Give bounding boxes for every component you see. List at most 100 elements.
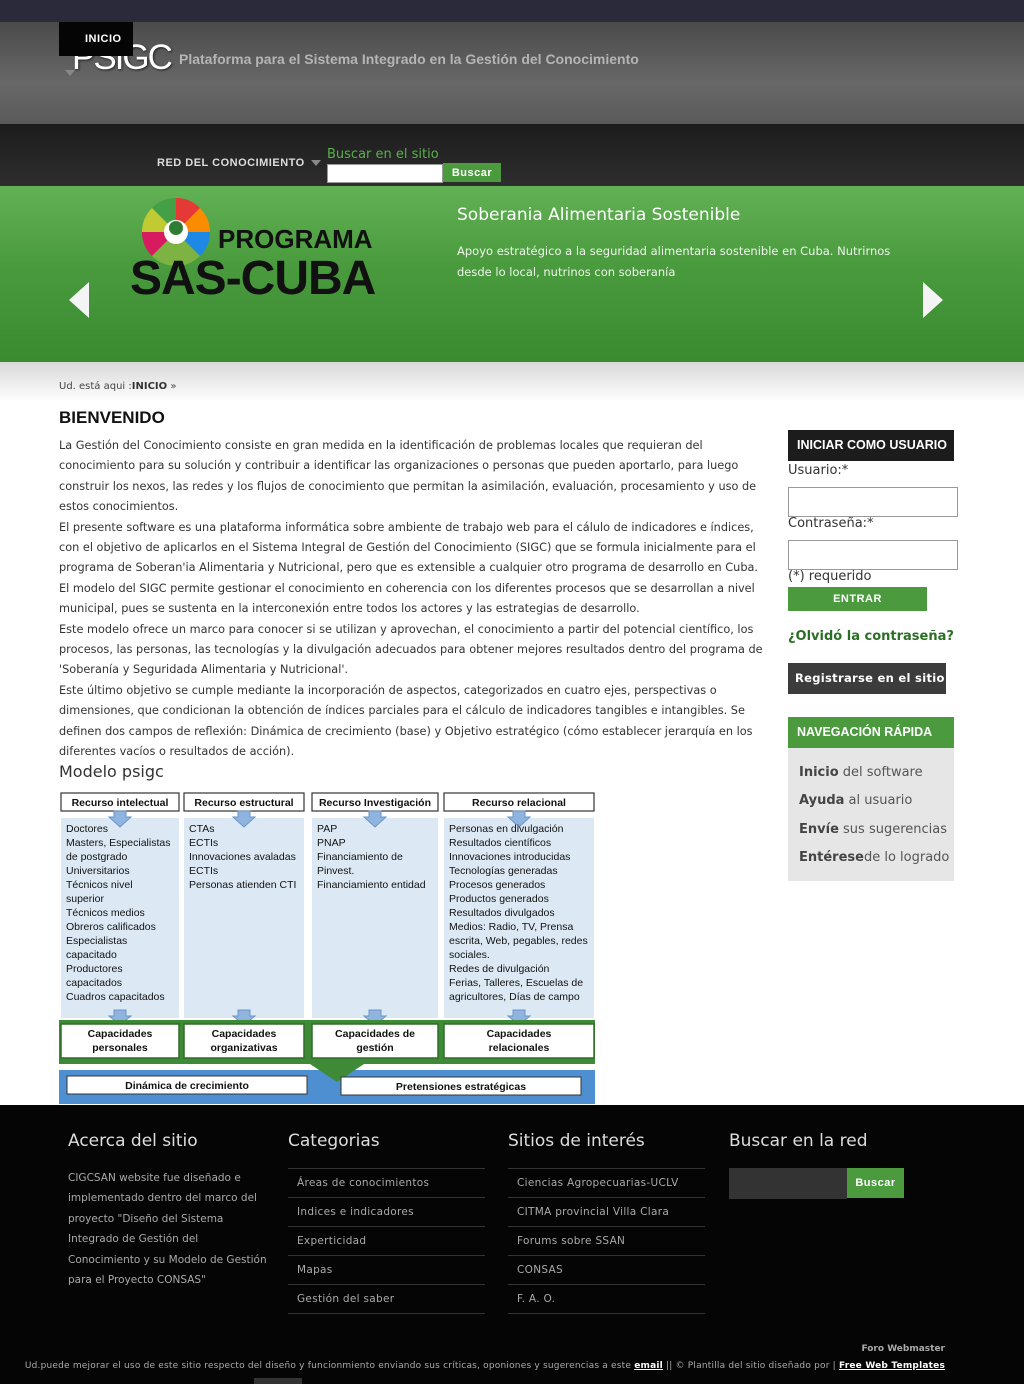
diagram-item: Financiamiento entidad — [317, 879, 426, 891]
footer-email-link[interactable]: email — [634, 1361, 663, 1371]
diagram-item: capacitados — [66, 977, 122, 989]
search-button[interactable]: Buscar — [443, 163, 501, 182]
forgot-password-link[interactable]: ¿Olvidó la contraseña? — [788, 629, 954, 644]
footer-sites-title: Sitios de interés — [508, 1131, 645, 1151]
diagram-bottom-left-label: Dinámica de crecimiento — [125, 1080, 249, 1092]
diagram-capability-label: relacionales — [489, 1042, 550, 1054]
footer-tab — [254, 1378, 302, 1384]
username-field[interactable] — [788, 487, 958, 517]
diagram-item: Técnicos nivel — [66, 879, 133, 891]
diagram-column-header: Recurso estructural — [194, 797, 293, 809]
diagram-item: de postgrado — [66, 851, 127, 863]
nav-item-label: INICIO — [85, 33, 122, 45]
diagram-item: Especialistas — [66, 935, 127, 947]
diagram-capability-label: Capacidades de — [335, 1028, 415, 1040]
model-diagram: Recurso intelectual Doctores Masters, Espe… — [59, 792, 595, 1104]
diagram-item: ECTIs — [189, 837, 218, 849]
footer-webmaster-link[interactable]: Foro Webmaster — [861, 1344, 945, 1354]
password-field[interactable] — [788, 540, 958, 570]
footer-category-link[interactable]: Gestión del saber — [288, 1284, 485, 1314]
register-button[interactable]: Registrarse en el sitio — [788, 663, 946, 694]
diagram-capability-label: Capacidades — [88, 1028, 153, 1040]
diagram-item: Procesos generados — [449, 879, 545, 891]
diagram-item: PAP — [317, 823, 337, 835]
paragraph: Este último objetivo se cumple mediante … — [59, 683, 753, 759]
diagram-item: Financiamiento de — [317, 851, 403, 863]
diagram-item: Medios: Radio, TV, Prensa — [449, 921, 573, 933]
breadcrumb-current[interactable]: INICIO — [132, 381, 167, 392]
diagram-capability-label: Capacidades — [212, 1028, 277, 1040]
quicknav-title: NAVEGACIÓN RÁPIDA — [788, 717, 954, 748]
diagram-item: Tecnologías generadas — [449, 865, 558, 877]
login-panel-title: INICIAR COMO USUARIO — [788, 430, 954, 461]
quicknav-link-ayuda[interactable]: Ayuda al usuario — [799, 793, 912, 808]
diagram-item: Resultados divulgados — [449, 907, 555, 919]
diagram-item: Personas en divulgación — [449, 823, 564, 835]
diagram-capability-label: organizativas — [210, 1042, 277, 1054]
footer-categories-list: Áreas de conocimientos Indices e indicad… — [288, 1168, 485, 1314]
intro-text: La Gestión del Conocimiento consiste en … — [59, 436, 774, 763]
footer-about-text: CIGCSAN website fue diseñado e implement… — [68, 1172, 267, 1287]
footer-site-link[interactable]: CITMA provincial Villa Clara — [508, 1197, 705, 1226]
diagram-item: escrita, Web, pegables, redes — [449, 935, 588, 947]
footer-site-link[interactable]: Forums sobre SSAN — [508, 1226, 705, 1255]
diagram-item: sociales. — [449, 949, 490, 961]
diagram-item: Innovaciones avaladas — [189, 851, 296, 863]
footer-templates-link[interactable]: Free Web Templates — [839, 1361, 945, 1371]
logo-line2: SAS-CUBA — [130, 252, 376, 301]
paragraph: Este modelo ofrece un marco para conocer… — [59, 622, 763, 677]
diagram-item: Técnicos medios — [66, 907, 145, 919]
breadcrumb-prefix: Ud. está aqui : — [59, 381, 132, 392]
quicknav-link-envie[interactable]: Envíe sus sugerencias — [799, 822, 947, 837]
quicknav-link-inicio[interactable]: Inicio del software — [799, 765, 923, 780]
nav-item-inicio[interactable]: INICIO — [59, 22, 133, 77]
login-button[interactable]: ENTRAR — [788, 587, 927, 611]
paragraph: El presente software es una plataforma i… — [59, 520, 759, 575]
diagram-capability-label: Capacidades — [487, 1028, 552, 1040]
paragraph: La Gestión del Conocimiento consiste en … — [59, 439, 757, 514]
footer-category-link[interactable]: Áreas de conocimientos — [288, 1168, 485, 1197]
search-label: Buscar en el sitio — [327, 147, 439, 162]
slider-prev-icon[interactable] — [69, 282, 89, 318]
footer-category-link[interactable]: Experticidad — [288, 1226, 485, 1255]
footer-categories-title: Categorias — [288, 1131, 380, 1151]
diagram-item: Doctores — [66, 823, 108, 835]
diagram-item: Obreros calificados — [66, 921, 156, 933]
diagram-item: Innovaciones introducidas — [449, 851, 570, 863]
diagram-item: Productos generados — [449, 893, 549, 905]
footer-site-link[interactable]: F. A. O. — [508, 1284, 705, 1314]
paragraph: El modelo del SIGC permite gestionar el … — [59, 581, 755, 616]
diagram-item: Ferias, Talleres, Escuelas de — [449, 977, 583, 989]
diagram-item: Productores — [66, 963, 123, 975]
password-label: Contraseña:* — [788, 516, 874, 531]
logo-line1: PROGRAMA — [218, 224, 373, 254]
nav-item-label: RED DEL CONOCIMIENTO — [157, 157, 305, 169]
diagram-column-header: Recurso relacional — [472, 797, 566, 809]
quicknav-link-enterese[interactable]: Entéresede lo logrado — [799, 850, 949, 865]
diagram-item: Universitarios — [66, 865, 130, 877]
diagram-column-header: Recurso Investigación — [319, 797, 431, 809]
diagram-item: Redes de divulgación — [449, 963, 550, 975]
diagram-item: agricultores, Días de campo — [449, 991, 580, 1003]
search-input[interactable] — [327, 164, 443, 183]
footer-category-link[interactable]: Mapas — [288, 1255, 485, 1284]
footer-copyright: Ud.puede mejorar el uso de este sitio re… — [24, 1361, 945, 1371]
nav-item-red-conocimiento[interactable]: RED DEL CONOCIMIENTO — [157, 157, 321, 169]
main-nav — [0, 124, 1024, 186]
model-title: Modelo psigc — [59, 762, 164, 781]
diagram-capability-label: gestión — [356, 1042, 393, 1054]
slider-next-icon[interactable] — [923, 282, 943, 318]
footer-site-link[interactable]: Ciencias Agropecuarias-UCLV — [508, 1168, 705, 1197]
diagram-item: Resultados científicos — [449, 837, 551, 849]
diagram-capability-label: personales — [92, 1042, 148, 1054]
slide-title: Soberania Alimentaria Sostenible — [457, 205, 741, 225]
diagram-item: Personas atienden CTI — [189, 879, 296, 891]
footer-search-button[interactable]: Buscar — [847, 1168, 904, 1198]
footer-category-link[interactable]: Indices e indicadores — [288, 1197, 485, 1226]
diagram-item: capacitado — [66, 949, 117, 961]
sas-cuba-logo: PROGRAMA SAS-CUBA — [130, 198, 377, 301]
footer-site-link[interactable]: CONSAS — [508, 1255, 705, 1284]
footer-sites-list: Ciencias Agropecuarias-UCLV CITMA provin… — [508, 1168, 705, 1314]
chevron-down-icon — [310, 160, 321, 167]
footer-search-input[interactable] — [729, 1168, 847, 1199]
